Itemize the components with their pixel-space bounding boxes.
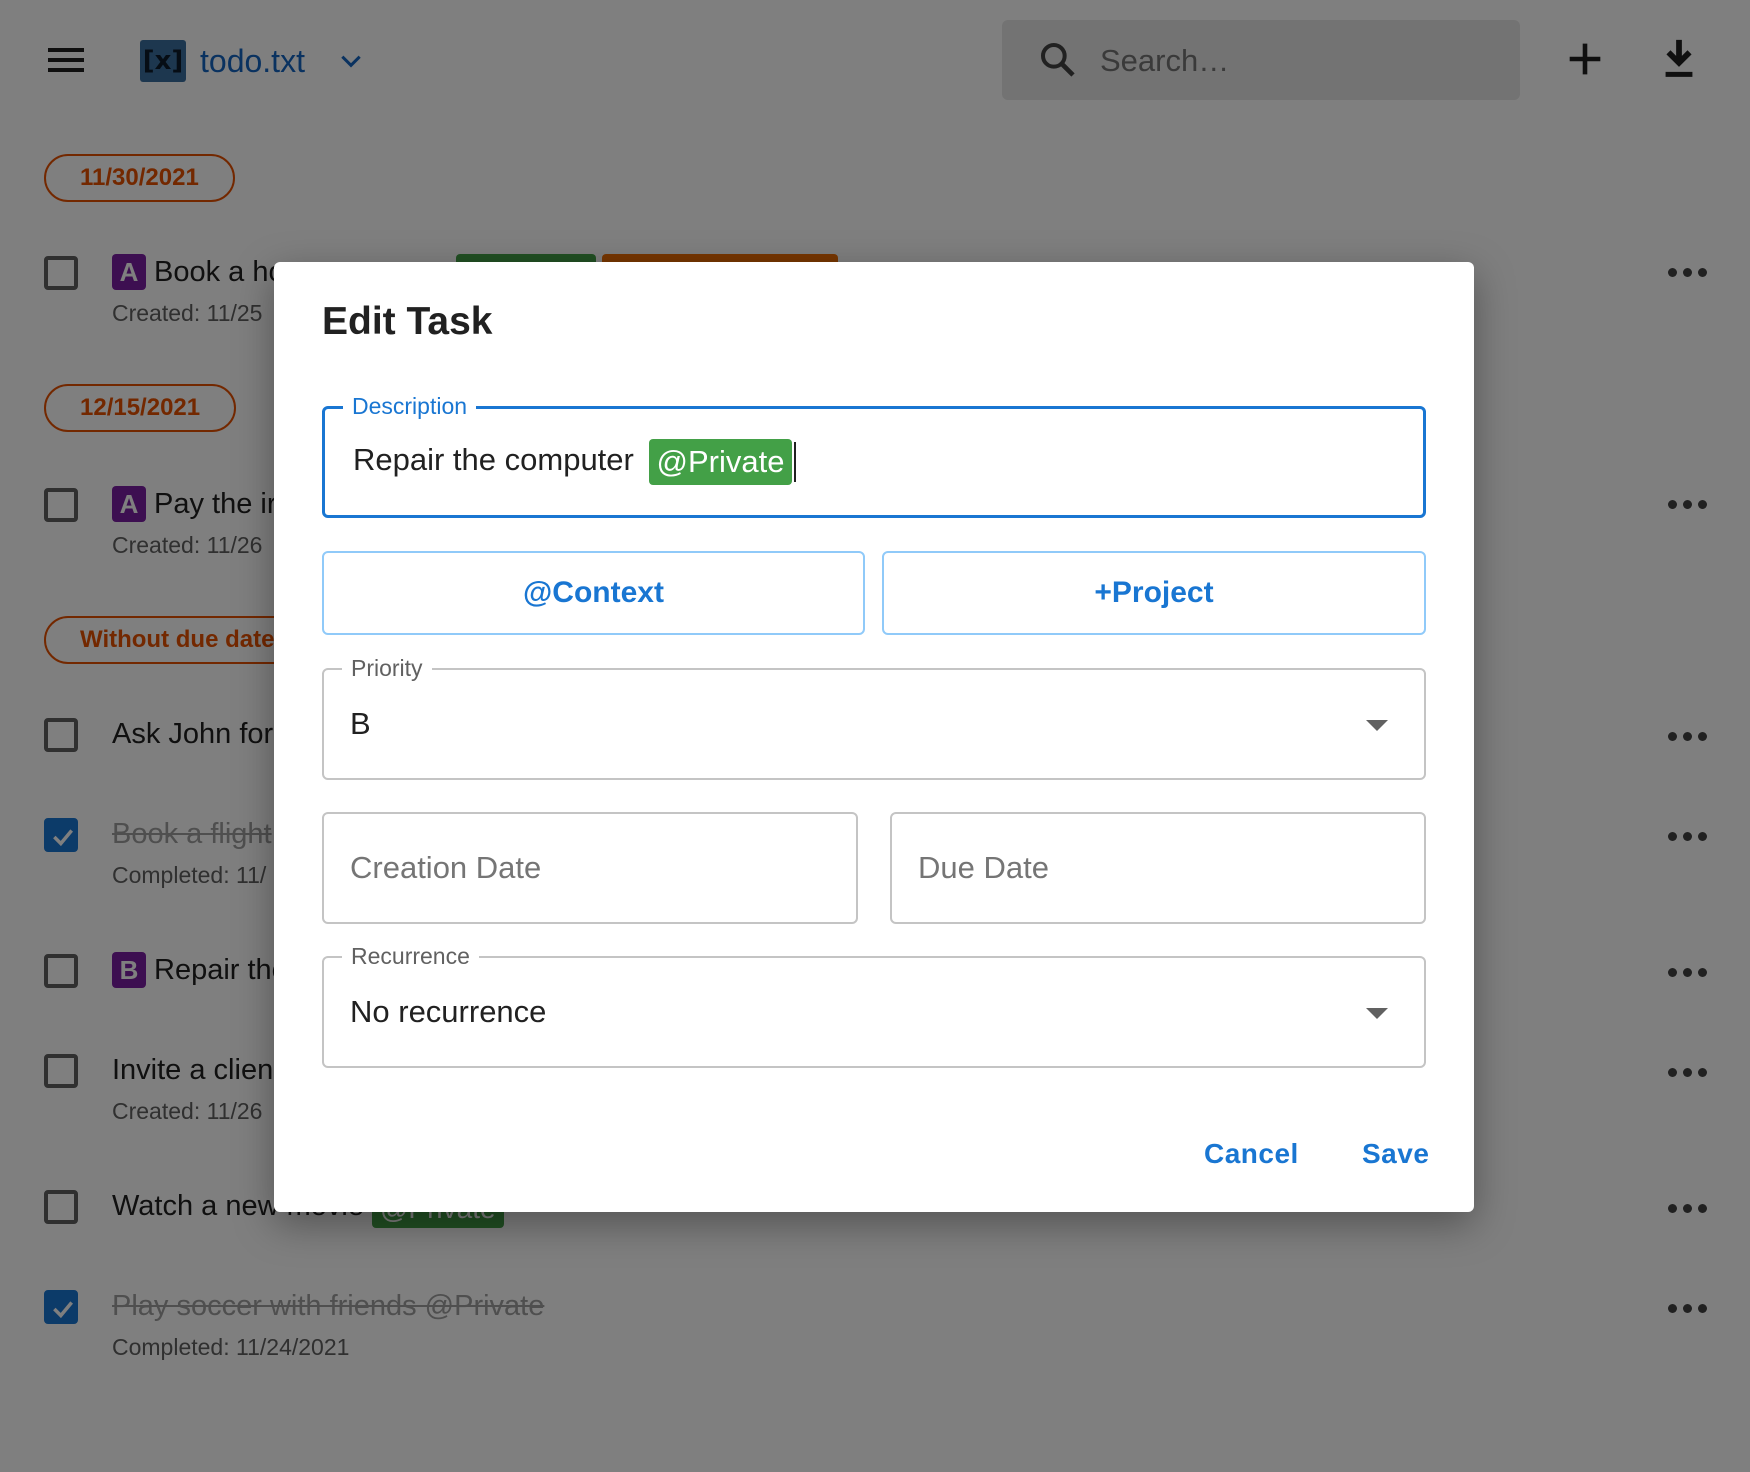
description-text: Repair the computer bbox=[353, 442, 634, 478]
recurrence-select[interactable]: Recurrence No recurrence bbox=[322, 942, 1426, 1068]
dialog-title: Edit Task bbox=[322, 300, 493, 343]
priority-value: B bbox=[350, 706, 371, 741]
description-label: Description bbox=[343, 392, 477, 420]
save-button[interactable]: Save bbox=[1362, 1138, 1429, 1170]
recurrence-value: No recurrence bbox=[350, 994, 547, 1029]
description-input[interactable]: Repair the computer @Private bbox=[353, 439, 797, 485]
context-tag: @Private bbox=[648, 439, 793, 485]
add-project-button[interactable]: +Project bbox=[882, 551, 1426, 635]
cancel-button[interactable]: Cancel bbox=[1204, 1138, 1299, 1170]
edit-task-dialog: Edit Task Description Repair the compute… bbox=[274, 262, 1474, 1212]
creation-date-field[interactable]: Creation Date bbox=[322, 812, 858, 924]
due-date-field[interactable]: Due Date bbox=[890, 812, 1426, 924]
arrow-drop-down-icon bbox=[1366, 1008, 1388, 1019]
recurrence-label: Recurrence bbox=[342, 942, 479, 970]
arrow-drop-down-icon bbox=[1366, 720, 1388, 731]
add-context-button[interactable]: @Context bbox=[322, 551, 865, 635]
text-caret bbox=[794, 442, 797, 482]
priority-select[interactable]: Priority B bbox=[322, 654, 1426, 780]
due-date-placeholder: Due Date bbox=[918, 850, 1049, 885]
creation-date-placeholder: Creation Date bbox=[350, 850, 542, 885]
priority-label: Priority bbox=[342, 654, 432, 682]
description-field[interactable]: Description Repair the computer @Private bbox=[322, 392, 1426, 518]
